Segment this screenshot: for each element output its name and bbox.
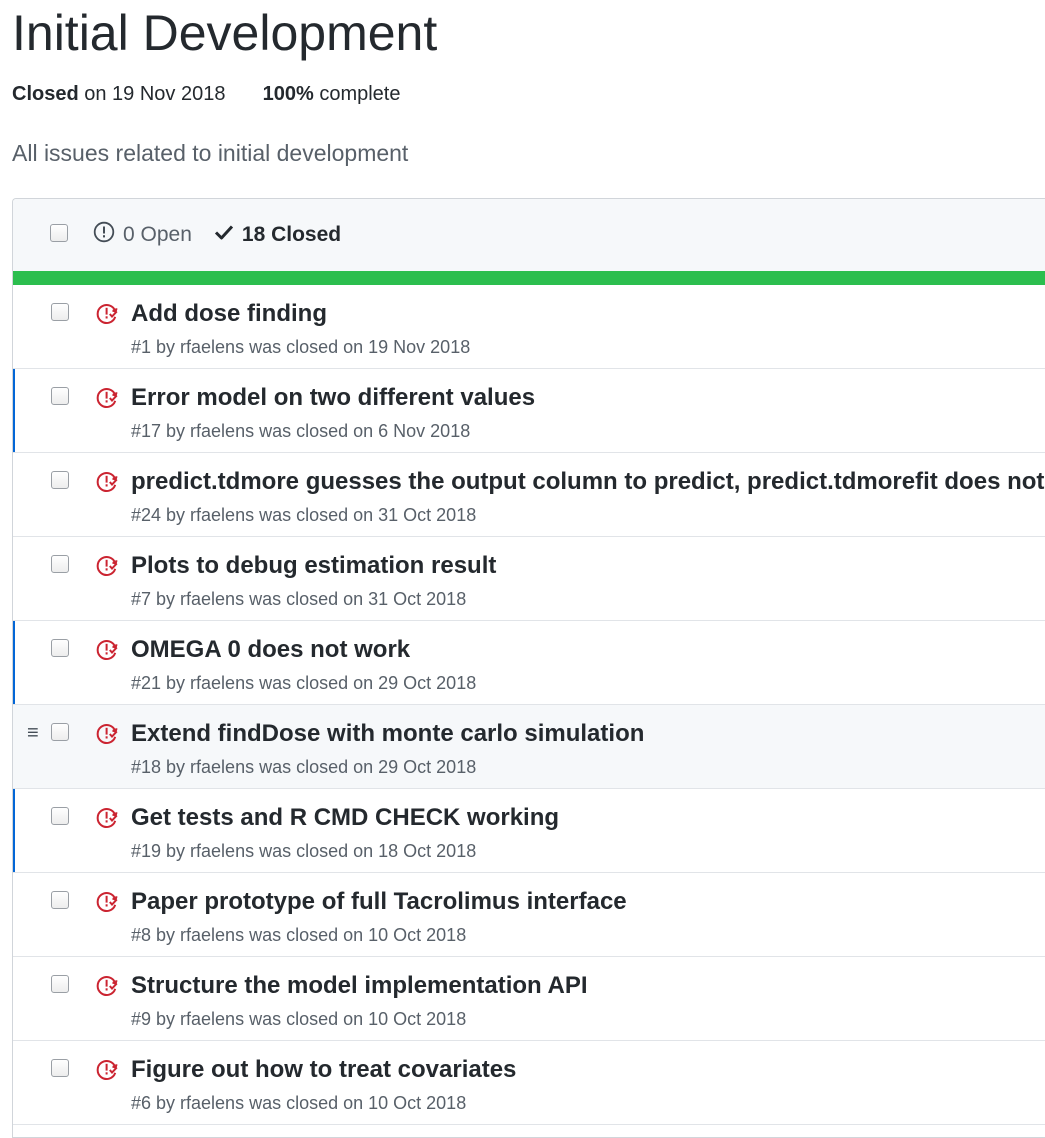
issue-title-link[interactable]: Get tests and R CMD CHECK working — [131, 803, 559, 833]
drag-handle-icon[interactable]: ≡ — [27, 723, 39, 743]
closed-issues-link[interactable]: 18 Closed — [214, 222, 341, 248]
issue-meta: #1 by rfaelens was closed on 19 Nov 2018 — [131, 337, 471, 357]
issue-checkbox[interactable] — [51, 723, 69, 741]
issue-closed-icon — [95, 470, 119, 499]
issue-title-link[interactable]: Extend findDose with monte carlo simulat… — [131, 719, 644, 749]
issue-meta: #24 by rfaelens was closed on 31 Oct 201… — [131, 505, 477, 525]
issue-row[interactable]: Get tests and R CMD CHECK working #19 by… — [13, 789, 1045, 873]
milestone-progress-bar — [13, 271, 1045, 285]
complete-label: complete — [319, 83, 401, 105]
issue-checkbox[interactable] — [51, 891, 69, 909]
issue-list: Add dose finding #1 by rfaelens was clos… — [13, 285, 1045, 1125]
issue-closed-icon — [95, 890, 119, 919]
issue-closed-icon — [95, 974, 119, 1003]
issue-row[interactable]: Paper prototype of full Tacrolimus inter… — [13, 873, 1045, 957]
issue-row[interactable]: Figure out how to treat covariates #6 by… — [13, 1041, 1045, 1125]
issue-meta: #6 by rfaelens was closed on 10 Oct 2018 — [131, 1093, 467, 1113]
issue-checkbox[interactable] — [51, 975, 69, 993]
issue-accent-bar — [13, 369, 15, 452]
issue-closed-icon — [95, 806, 119, 835]
issue-title-link[interactable]: Error model on two different values — [131, 383, 535, 413]
issue-closed-icon — [95, 302, 119, 331]
issue-meta: #18 by rfaelens was closed on 29 Oct 201… — [131, 757, 477, 777]
issue-checkbox[interactable] — [51, 471, 69, 489]
issue-row[interactable]: ≡ Extend findDose with monte carlo simul… — [13, 705, 1045, 789]
progress-fill — [13, 271, 1045, 285]
issue-row[interactable]: Plots to debug estimation result #7 by r… — [13, 537, 1045, 621]
issue-meta: #8 by rfaelens was closed on 10 Oct 2018 — [131, 925, 467, 945]
issue-title-link[interactable]: OMEGA 0 does not work — [131, 635, 410, 665]
issue-checkbox[interactable] — [51, 639, 69, 657]
issue-opened-icon — [93, 221, 115, 249]
issue-title-link[interactable]: Plots to debug estimation result — [131, 551, 496, 581]
select-all-checkbox[interactable] — [50, 224, 68, 242]
issue-meta: #7 by rfaelens was closed on 31 Oct 2018 — [131, 589, 467, 609]
issue-row[interactable]: Add dose finding #1 by rfaelens was clos… — [13, 285, 1045, 369]
issue-row[interactable]: OMEGA 0 does not work #21 by rfaelens wa… — [13, 621, 1045, 705]
issue-closed-icon — [95, 638, 119, 667]
issue-accent-bar — [13, 621, 15, 704]
issue-checkbox[interactable] — [51, 303, 69, 321]
issue-meta: #19 by rfaelens was closed on 18 Oct 201… — [131, 841, 477, 861]
issue-title-link[interactable]: Add dose finding — [131, 299, 327, 329]
issue-row[interactable]: Structure the model implementation API #… — [13, 957, 1045, 1041]
issue-title-link[interactable]: Paper prototype of full Tacrolimus inter… — [131, 887, 627, 917]
issues-box: 0 Open 18 Closed Add dose finding #1 by … — [12, 198, 1045, 1138]
issue-title-link[interactable]: predict.tdmore guesses the output column… — [131, 467, 1044, 497]
closed-label: Closed — [12, 83, 79, 105]
issue-checkbox[interactable] — [51, 555, 69, 573]
issue-closed-icon — [95, 554, 119, 583]
issue-row[interactable]: predict.tdmore guesses the output column… — [13, 453, 1045, 537]
issue-closed-icon — [95, 386, 119, 415]
issue-meta: #17 by rfaelens was closed on 6 Nov 2018 — [131, 421, 471, 441]
issue-title-link[interactable]: Structure the model implementation API — [131, 971, 588, 1001]
milestone-description: All issues related to initial developmen… — [12, 140, 409, 166]
issue-closed-icon — [95, 722, 119, 751]
closed-count: 18 Closed — [241, 223, 342, 246]
issue-closed-icon — [95, 1058, 119, 1087]
issues-header: 0 Open 18 Closed — [13, 199, 1045, 271]
issue-row[interactable]: Error model on two different values #17 … — [13, 369, 1045, 453]
milestone-meta: Closed on 19 Nov 2018 100% complete — [12, 80, 400, 108]
issue-title-link[interactable]: Figure out how to treat covariates — [131, 1055, 516, 1085]
issue-accent-bar — [13, 789, 15, 872]
closed-date: on 19 Nov 2018 — [84, 83, 226, 105]
issue-states: 0 Open 18 Closed — [93, 221, 341, 249]
open-issues-link[interactable]: 0 Open — [93, 221, 192, 249]
check-icon — [214, 222, 234, 248]
issue-checkbox[interactable] — [51, 807, 69, 825]
percent-label: 100% — [262, 83, 314, 105]
milestone-title: Initial Development — [12, 5, 438, 61]
issue-checkbox[interactable] — [51, 387, 69, 405]
issue-meta: #21 by rfaelens was closed on 29 Oct 201… — [131, 673, 477, 693]
issue-meta: #9 by rfaelens was closed on 10 Oct 2018 — [131, 1009, 467, 1029]
open-count: 0 Open — [123, 223, 192, 246]
issue-checkbox[interactable] — [51, 1059, 69, 1077]
